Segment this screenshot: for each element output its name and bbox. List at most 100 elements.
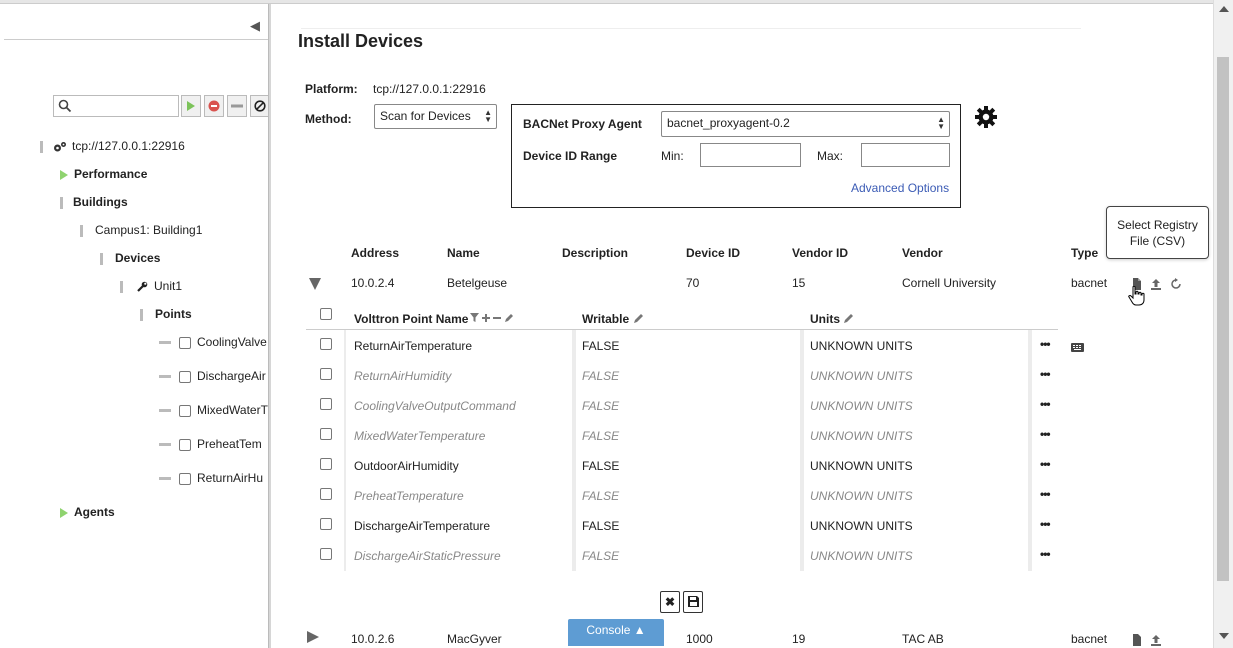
refresh-icon[interactable] — [1170, 278, 1182, 290]
scroll-thumb[interactable] — [1217, 57, 1229, 581]
point-row[interactable]: CoolingValveOutputCommand FALSE UNKNOWN UN… — [306, 390, 1058, 420]
tree-buildings[interactable]: Buildings — [60, 195, 128, 209]
point-name-cell[interactable]: PreheatTemperature — [354, 489, 464, 503]
point-writable-cell[interactable]: FALSE — [582, 399, 619, 413]
keyboard-icon[interactable] — [1071, 343, 1084, 352]
col-units[interactable]: Units — [810, 312, 840, 326]
tree-point-item[interactable]: PreheatTem — [159, 437, 262, 451]
tree-unit[interactable]: Unit1 — [120, 279, 182, 293]
more-options-icon[interactable]: ••• — [1040, 427, 1051, 441]
tree-point-item[interactable]: DischargeAir — [159, 369, 266, 383]
point-row-checkbox[interactable] — [320, 368, 332, 380]
tree-platform[interactable]: tcp://127.0.0.1:22916 — [40, 139, 185, 153]
save-button[interactable] — [683, 591, 703, 613]
more-options-icon[interactable]: ••• — [1040, 367, 1051, 381]
point-writable-cell[interactable]: FALSE — [582, 369, 619, 383]
point-name-cell[interactable]: DischargeAirTemperature — [354, 519, 490, 533]
point-name-cell[interactable]: OutdoorAirHumidity — [354, 459, 459, 473]
point-checkbox[interactable] — [179, 404, 191, 417]
point-units-cell[interactable]: UNKNOWN UNITS — [810, 549, 913, 563]
file-icon[interactable] — [1131, 634, 1143, 646]
point-row-checkbox[interactable] — [320, 458, 332, 470]
point-units-cell[interactable]: UNKNOWN UNITS — [810, 459, 913, 473]
point-units-cell[interactable]: UNKNOWN UNITS — [810, 369, 913, 383]
more-options-icon[interactable]: ••• — [1040, 457, 1051, 471]
collapse-sidebar-icon[interactable]: ◀ — [250, 18, 260, 34]
expand-row-icon[interactable] — [307, 631, 319, 643]
tree-point-item[interactable]: CoolingValve — [159, 335, 267, 349]
tree-performance[interactable]: Performance — [60, 167, 147, 181]
more-options-icon[interactable]: ••• — [1040, 547, 1051, 561]
point-row[interactable]: ReturnAirTemperature FALSE UNKNOWN UNITS ••… — [306, 330, 1058, 360]
scroll-up-icon[interactable] — [1219, 6, 1229, 12]
updown-arrows-icon: ▲ ▼ — [484, 108, 492, 124]
point-row-checkbox[interactable] — [320, 338, 332, 350]
point-units-cell[interactable]: UNKNOWN UNITS — [810, 399, 913, 413]
scroll-down-icon[interactable] — [1219, 633, 1229, 639]
point-name-cell[interactable]: CoolingValveOutputCommand — [354, 399, 516, 413]
point-row-checkbox[interactable] — [320, 398, 332, 410]
cancel-button[interactable]: ✖ — [660, 591, 680, 613]
select-all-checkbox[interactable] — [320, 308, 332, 320]
point-name-tools-icon[interactable] — [470, 313, 514, 323]
point-row[interactable]: MixedWaterTemperature FALSE UNKNOWN UNITS •… — [306, 420, 1058, 450]
point-checkbox[interactable] — [179, 336, 191, 349]
col-point-name[interactable]: Volttron Point Name — [354, 312, 468, 326]
point-units-cell[interactable]: UNKNOWN UNITS — [810, 489, 913, 503]
point-units-cell[interactable]: UNKNOWN UNITS — [810, 519, 913, 533]
point-writable-cell[interactable]: FALSE — [582, 519, 619, 533]
tree-devices[interactable]: Devices — [100, 251, 160, 265]
point-name-cell[interactable]: ReturnAirHumidity — [354, 369, 451, 383]
advanced-options-link[interactable]: Advanced Options — [851, 181, 949, 195]
collapse-row-icon[interactable] — [309, 278, 321, 290]
clear-filter-button[interactable] — [250, 95, 268, 117]
tree-campus[interactable]: Campus1: Building1 — [80, 223, 202, 237]
point-writable-cell[interactable]: FALSE — [582, 549, 619, 563]
edit-icon[interactable] — [844, 313, 854, 323]
point-row[interactable]: OutdoorAirHumidity FALSE UNKNOWN UNITS ••• — [306, 450, 1058, 480]
point-name-cell[interactable]: ReturnAirTemperature — [354, 339, 472, 353]
point-writable-cell[interactable]: FALSE — [582, 429, 619, 443]
max-input[interactable] — [861, 143, 950, 167]
point-row[interactable]: PreheatTemperature FALSE UNKNOWN UNITS ••• — [306, 480, 1058, 510]
point-name-cell[interactable]: MixedWaterTemperature — [354, 429, 485, 443]
upload-icon[interactable] — [1150, 634, 1162, 646]
point-writable-cell[interactable]: FALSE — [582, 489, 619, 503]
point-name-cell[interactable]: DischargeAirStaticPressure — [354, 549, 501, 563]
point-row-checkbox[interactable] — [320, 488, 332, 500]
point-row-checkbox[interactable] — [320, 428, 332, 440]
more-options-icon[interactable]: ••• — [1040, 517, 1051, 531]
vertical-scrollbar[interactable] — [1213, 0, 1233, 648]
point-units-cell[interactable]: UNKNOWN UNITS — [810, 429, 913, 443]
stop-button[interactable] — [204, 95, 224, 117]
point-checkbox[interactable] — [179, 472, 191, 485]
point-units-cell[interactable]: UNKNOWN UNITS — [810, 339, 913, 353]
tree-agents[interactable]: Agents — [60, 505, 115, 519]
console-toggle-button[interactable]: Console ▲ — [568, 619, 664, 646]
more-options-icon[interactable]: ••• — [1040, 397, 1051, 411]
more-options-icon[interactable]: ••• — [1040, 487, 1051, 501]
proxy-agent-select[interactable]: bacnet_proxyagent-0.2 ▲ ▼ — [661, 111, 950, 137]
tree-point-item[interactable]: ReturnAirHu — [159, 471, 263, 485]
point-checkbox[interactable] — [179, 438, 191, 451]
point-row-checkbox[interactable] — [320, 518, 332, 530]
point-checkbox[interactable] — [179, 370, 191, 383]
min-input[interactable] — [700, 143, 801, 167]
point-writable-cell[interactable]: FALSE — [582, 339, 619, 353]
tree-points[interactable]: Points — [140, 307, 192, 321]
point-row[interactable]: DischargeAirTemperature FALSE UNKNOWN UNIT… — [306, 510, 1058, 540]
method-select[interactable]: Scan for Devices ▲ ▼ — [374, 104, 497, 129]
point-writable-cell[interactable]: FALSE — [582, 459, 619, 473]
point-row[interactable]: DischargeAirStaticPressure FALSE UNKNOWN U… — [306, 540, 1058, 570]
point-row[interactable]: ReturnAirHumidity FALSE UNKNOWN UNITS ••• — [306, 360, 1058, 390]
play-button[interactable] — [181, 95, 201, 117]
tree-point-item[interactable]: MixedWaterT — [159, 403, 268, 417]
upload-icon[interactable] — [1150, 278, 1162, 290]
remove-button[interactable] — [227, 95, 247, 117]
edit-icon[interactable] — [634, 313, 644, 323]
more-options-icon[interactable]: ••• — [1040, 337, 1051, 351]
point-row-checkbox[interactable] — [320, 548, 332, 560]
tree-indent-bar — [40, 140, 43, 153]
col-writable[interactable]: Writable — [582, 312, 629, 326]
gear-icon[interactable] — [974, 105, 998, 129]
